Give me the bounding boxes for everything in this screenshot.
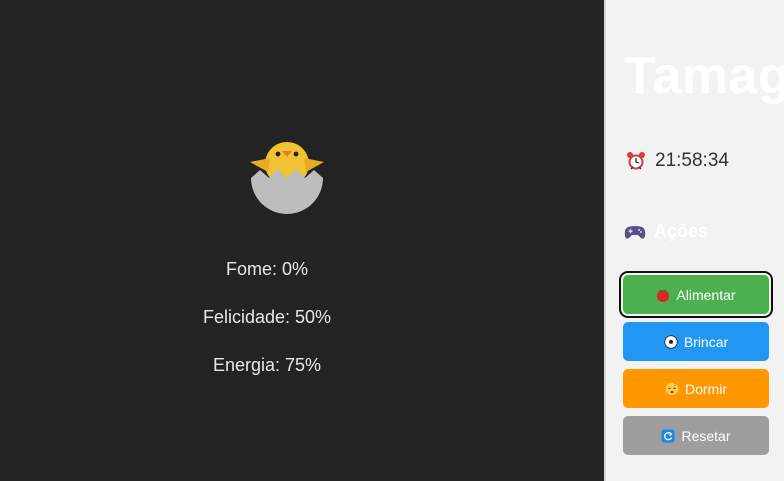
happiness-stat: Felicidade: 50% bbox=[202, 307, 332, 327]
hatching-chick-icon bbox=[250, 142, 324, 214]
refresh-icon bbox=[661, 429, 675, 442]
actions-heading-label: Ações bbox=[654, 221, 709, 241]
sleeping-face-icon: z bbox=[665, 382, 679, 395]
play-button[interactable]: Brincar bbox=[623, 322, 769, 361]
clock: 21:58:34 bbox=[626, 150, 729, 172]
feed-button-label: Alimentar bbox=[676, 286, 736, 303]
hunger-stat: Fome: 0% bbox=[225, 259, 309, 279]
game-controller-icon bbox=[624, 225, 646, 239]
pet-area: Fome: 0% Felicidade: 50% Energia: 75% bbox=[0, 0, 604, 481]
svg-text:z: z bbox=[674, 382, 676, 387]
actions-heading: Ações bbox=[624, 221, 708, 242]
play-button-label: Brincar bbox=[683, 333, 729, 350]
sleep-button[interactable]: z Dormir bbox=[623, 369, 769, 408]
alarm-clock-icon bbox=[627, 152, 645, 170]
sleep-button-label: Dormir bbox=[685, 380, 727, 397]
app-title: Tamag bbox=[624, 47, 784, 105]
clock-time: 21:58:34 bbox=[655, 150, 729, 171]
soccer-ball-icon bbox=[664, 334, 678, 349]
feed-button[interactable]: Alimentar bbox=[619, 271, 773, 318]
tomato-icon bbox=[657, 288, 670, 302]
reset-button[interactable]: Resetar bbox=[623, 416, 769, 455]
reset-button-label: Resetar bbox=[681, 427, 731, 444]
energy-stat: Energia: 75% bbox=[212, 355, 322, 375]
side-panel: Tamag 21:58:34 Ações Alimentar Brincar z… bbox=[606, 0, 784, 481]
